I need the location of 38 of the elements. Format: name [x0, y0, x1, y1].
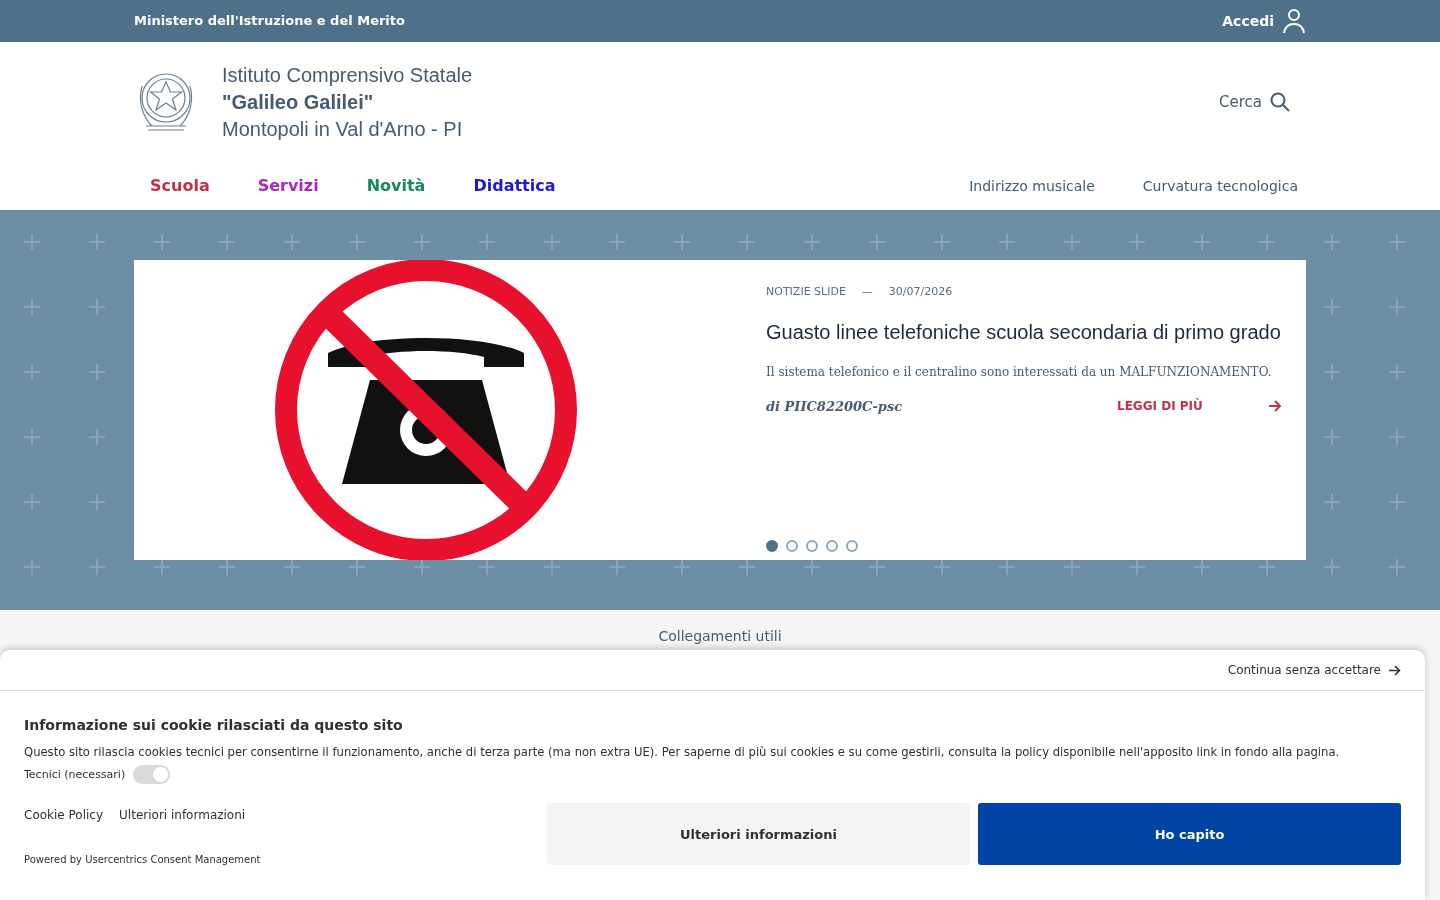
search-icon [1270, 92, 1290, 112]
slide-date: 30/07/2026 [888, 284, 953, 300]
section-title: Collegamenti utili [658, 628, 782, 644]
slide-author: di PIIC82200C-psc [766, 397, 903, 416]
accept-button[interactable]: Ho capito [978, 803, 1401, 866]
more-info-button[interactable]: Ulteriori informazioni [547, 803, 970, 866]
school-name: "Galileo Galilei" [222, 89, 375, 115]
dash-separator: — [861, 284, 873, 300]
slide-category: NOTIZIE SLIDE [766, 284, 846, 300]
carousel-indicator[interactable] [826, 540, 838, 552]
user-icon [1282, 8, 1306, 34]
policy-link[interactable]: Cookie Policy [24, 806, 104, 825]
cookie-title: Informazione sui cookie rilasciati da questo sito [24, 716, 404, 735]
carousel-indicator[interactable] [766, 540, 778, 552]
login-link[interactable]: Accedi [1222, 8, 1306, 34]
search-link[interactable]: Cerca [1219, 90, 1290, 114]
carousel-indicator[interactable] [846, 540, 858, 552]
continue-without-accepting-link[interactable]: Continua senza accettare [1227, 661, 1401, 679]
nav-link-item[interactable]: Novità [366, 174, 426, 198]
nav-link-item[interactable]: Scuola [150, 174, 210, 198]
policy-link[interactable]: Ulteriori informazioni [119, 806, 246, 825]
slide-summary: Il sistema telefonico e il centralino sono interessati da un MALFUNZIONAMENTO. [766, 363, 1273, 381]
cookie-text: Questo sito rilascia cookies tecnici per consentirne il funzionamento, anche di terza parte (ma non extra UE). Per saperne di più sui cookies e su come gestirli, consulta la policy disponibile nell'apposito link in fondo alla pagina. [24, 744, 1341, 761]
powered-by-text: Powered by Usercentrics Consent Management [24, 853, 261, 868]
read-more-link[interactable]: LEGGI DI PIÙ [1117, 397, 1282, 416]
arrow-right-icon [1389, 664, 1401, 676]
carousel-indicator[interactable] [806, 540, 818, 552]
school-location: Montopoli in Val d'Arno - PI [222, 116, 464, 142]
slide-title[interactable]: Guasto linee telefoniche scuola secondaria di primo grado [766, 316, 1282, 347]
nav-link-item[interactable]: Curvatura tecnologica [1142, 175, 1298, 197]
arrow-right-icon [1268, 400, 1282, 413]
ministry-name: Ministero dell'Istruzione e del Merito [134, 12, 405, 31]
nav-link-item[interactable]: Didattica [473, 174, 556, 198]
school-type: Istituto Comprensivo Statale [222, 62, 473, 88]
nav-link-item[interactable]: Servizi [257, 174, 319, 198]
toggle-label: Tecnici (necessari) [24, 766, 126, 783]
carousel-indicator[interactable] [786, 540, 798, 552]
nav-link-item[interactable]: Indirizzo musicale [969, 175, 1095, 197]
